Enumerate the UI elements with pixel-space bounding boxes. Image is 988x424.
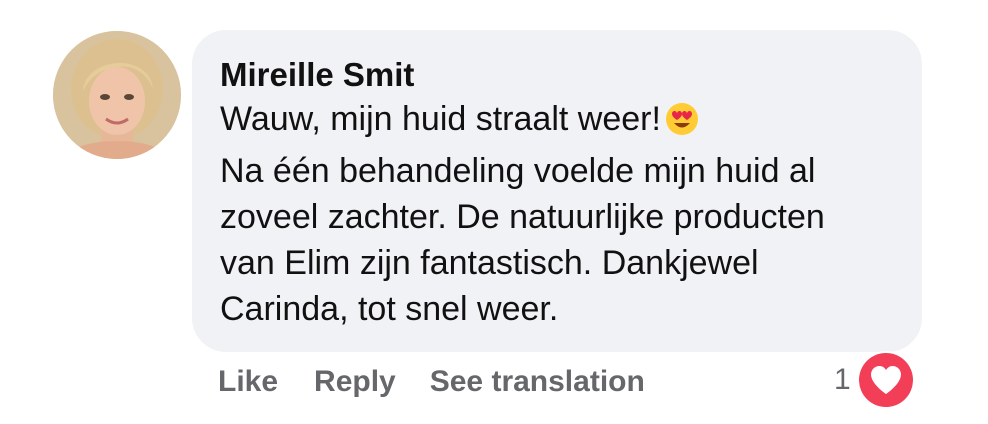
like-button[interactable]: Like <box>218 365 278 399</box>
avatar-image <box>53 31 181 159</box>
comment-text: Wauw, mijn huid straalt weer! Na één beh… <box>220 96 894 332</box>
comment-line-1: Wauw, mijn huid straalt weer! <box>220 96 894 148</box>
comment-bubble: Mireille Smit Wauw, mijn huid straalt we… <box>192 30 922 352</box>
comment-line-1-text: Wauw, mijn huid straalt weer! <box>220 100 661 138</box>
comment-line-3: zoveel zachter. De natuurlijke producten <box>220 198 825 236</box>
heart-icon <box>858 353 913 407</box>
reply-button[interactable]: Reply <box>314 365 396 399</box>
comment-actions: Like Reply See translation <box>218 362 645 402</box>
see-translation-button[interactable]: See translation <box>430 365 645 399</box>
avatar[interactable] <box>53 31 181 159</box>
reaction-summary[interactable]: 1 <box>834 353 913 407</box>
comment-author[interactable]: Mireille Smit <box>220 54 894 96</box>
comment-line-5: Carinda, tot snel weer. <box>220 290 559 328</box>
comment-line-4: van Elim zijn fantastisch. Dankjewel <box>220 244 759 282</box>
comment-line-2: Na één behandeling voelde mijn huid al <box>220 152 816 190</box>
heart-eyes-emoji-icon <box>665 102 699 148</box>
reaction-count: 1 <box>834 363 851 396</box>
comment: Mireille Smit Wauw, mijn huid straalt we… <box>0 0 988 424</box>
